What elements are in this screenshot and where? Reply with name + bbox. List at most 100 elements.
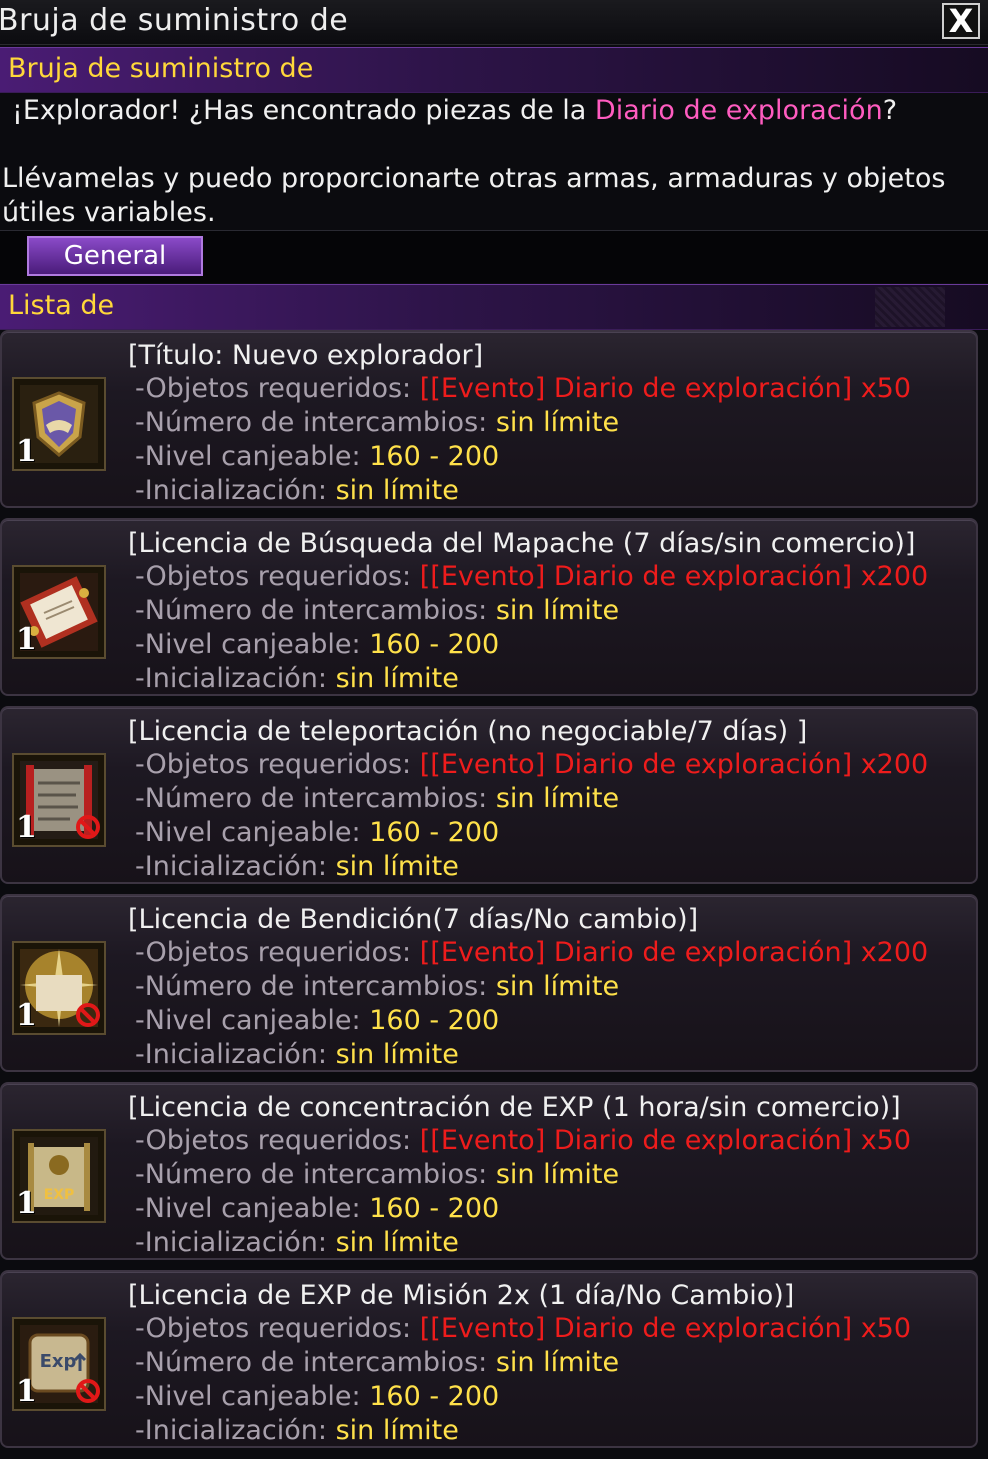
item-quantity: 1 <box>16 810 37 845</box>
level-range-label: -Nivel canjeable: <box>135 1005 361 1036</box>
no-trade-icon <box>76 815 100 839</box>
exchange-count-row: -Número de intercambios: sin límite <box>135 783 619 814</box>
required-items-label: -Objetos requeridos: <box>135 749 412 780</box>
level-range-label: -Nivel canjeable: <box>135 817 361 848</box>
exchange-count-label: -Número de intercambios: <box>135 1347 488 1378</box>
item-quantity: 1 <box>16 998 37 1033</box>
level-range-value: 160 - 200 <box>369 441 500 472</box>
exchange-item[interactable]: 1 [Licencia de Bendición(7 días/No cambio… <box>0 894 978 1072</box>
scroll-icon[interactable]: 1 <box>12 565 106 659</box>
reset-info-label: -Inicialización: <box>135 1039 328 1070</box>
window-title: Bruja de suministro de <box>0 3 349 38</box>
level-range-row: -Nivel canjeable: 160 - 200 <box>135 629 499 660</box>
item-name: [Licencia de teleportación (no negociabl… <box>128 716 808 747</box>
level-range-value: 160 - 200 <box>369 629 500 660</box>
required-items-row: -Objetos requeridos: [[Evento] Diario de… <box>135 1125 911 1156</box>
level-range-row: -Nivel canjeable: 160 - 200 <box>135 817 499 848</box>
item-quantity: 1 <box>16 1374 37 1409</box>
exchange-item[interactable]: EXP 1 [Licencia de concentración de EXP (1… <box>0 1082 978 1260</box>
level-range-row: -Nivel canjeable: 160 - 200 <box>135 1381 499 1412</box>
level-range-value: 160 - 200 <box>369 1381 500 1412</box>
exchange-count-label: -Número de intercambios: <box>135 783 488 814</box>
level-range-label: -Nivel canjeable: <box>135 629 361 660</box>
reset-info-value: sin límite <box>335 663 459 694</box>
no-trade-icon <box>76 1003 100 1027</box>
close-icon: X <box>948 2 974 40</box>
dialog-line-2: Llévamelas y puedo proporcionarte otras … <box>2 163 946 228</box>
exp-concentration-icon[interactable]: EXP 1 <box>12 1129 106 1223</box>
list-header: Lista de <box>0 284 988 330</box>
reset-info-value: sin límite <box>335 1415 459 1446</box>
map-scroll-icon[interactable]: 1 <box>12 753 106 847</box>
required-items-label: -Objetos requeridos: <box>135 373 412 404</box>
required-items-value: [[Evento] Diario de exploración] x50 <box>419 1125 912 1156</box>
exchange-count-row: -Número de intercambios: sin límite <box>135 1347 619 1378</box>
required-items-value: [[Evento] Diario de exploración] x200 <box>419 937 929 968</box>
reset-info-value: sin límite <box>335 851 459 882</box>
reset-info-label: -Inicialización: <box>135 851 328 882</box>
exchange-count-value: sin límite <box>495 1347 620 1378</box>
reset-info-label: -Inicialización: <box>135 663 328 694</box>
svg-text:EXP: EXP <box>44 1187 75 1203</box>
exchange-count-value: sin límite <box>495 595 620 626</box>
dialog-text-prefix: ¡Explorador! ¿Has encontrado piezas de l… <box>12 95 595 126</box>
no-trade-icon <box>76 1379 100 1403</box>
reset-info-row: -Inicialización: sin límite <box>135 1227 459 1258</box>
reset-info-row: -Inicialización: sin límite <box>135 851 459 882</box>
exchange-count-label: -Número de intercambios: <box>135 407 488 438</box>
required-items-row: -Objetos requeridos: [[Evento] Diario de… <box>135 373 911 404</box>
exchange-item[interactable]: Exp 1 [Licencia de EXP de Misión 2x (1 día… <box>0 1270 978 1448</box>
dialog-line-1: ¡Explorador! ¿Has encontrado piezas de l… <box>12 95 897 126</box>
level-range-label: -Nivel canjeable: <box>135 441 361 472</box>
npc-header: Bruja de suministro de <box>0 47 988 93</box>
exchange-count-label: -Número de intercambios: <box>135 1159 488 1190</box>
level-range-label: -Nivel canjeable: <box>135 1193 361 1224</box>
header-texture <box>875 287 945 327</box>
required-items-label: -Objetos requeridos: <box>135 561 412 592</box>
level-range-label: -Nivel canjeable: <box>135 1381 361 1412</box>
required-items-value: [[Evento] Diario de exploración] x50 <box>419 373 912 404</box>
exchange-count-label: -Número de intercambios: <box>135 971 488 1002</box>
dialog-highlight: Diario de exploración <box>594 95 883 126</box>
item-name: [Licencia de concentración de EXP (1 hor… <box>128 1092 901 1123</box>
exchange-count-label: -Número de intercambios: <box>135 595 488 626</box>
exchange-count-value: sin límite <box>495 783 620 814</box>
exp-mission-scroll-icon[interactable]: Exp 1 <box>12 1317 106 1411</box>
exchange-count-value: sin límite <box>495 407 620 438</box>
exchange-item[interactable]: 1 [Licencia de teleportación (no negociab… <box>0 706 978 884</box>
tab-general[interactable]: General <box>27 236 203 276</box>
exchange-item[interactable]: 1 [Licencia de Búsqueda del Mapache (7 dí… <box>0 518 978 696</box>
reset-info-value: sin límite <box>335 1039 459 1070</box>
required-items-label: -Objetos requeridos: <box>135 937 412 968</box>
npc-dialog: ¡Explorador! ¿Has encontrado piezas de l… <box>0 92 988 228</box>
tab-bar: General <box>0 230 988 283</box>
reset-info-row: -Inicialización: sin límite <box>135 475 459 506</box>
required-items-row: -Objetos requeridos: [[Evento] Diario de… <box>135 937 928 968</box>
required-items-row: -Objetos requeridos: [[Evento] Diario de… <box>135 1313 911 1344</box>
list-header-label: Lista de <box>8 290 115 321</box>
reset-info-value: sin límite <box>335 475 459 506</box>
exchange-item[interactable]: 1 [Título: Nuevo explorador] -Objetos requ… <box>0 330 978 508</box>
npc-name: Bruja de suministro de <box>8 53 314 84</box>
blessing-scroll-icon[interactable]: 1 <box>12 941 106 1035</box>
title-badge-icon[interactable]: 1 <box>12 377 106 471</box>
item-name: [Licencia de EXP de Misión 2x (1 día/No … <box>128 1280 795 1311</box>
level-range-value: 160 - 200 <box>369 1005 500 1036</box>
item-quantity: 1 <box>16 1186 37 1221</box>
close-button[interactable]: X <box>942 2 980 40</box>
exchange-count-row: -Número de intercambios: sin límite <box>135 407 619 438</box>
level-range-row: -Nivel canjeable: 160 - 200 <box>135 1005 499 1036</box>
level-range-value: 160 - 200 <box>369 817 500 848</box>
exchange-count-row: -Número de intercambios: sin límite <box>135 595 619 626</box>
required-items-row: -Objetos requeridos: [[Evento] Diario de… <box>135 749 928 780</box>
required-items-value: [[Evento] Diario de exploración] x200 <box>419 749 929 780</box>
reset-info-row: -Inicialización: sin límite <box>135 1039 459 1070</box>
required-items-value: [[Evento] Diario de exploración] x200 <box>419 561 929 592</box>
level-range-value: 160 - 200 <box>369 1193 500 1224</box>
title-bar[interactable]: Bruja de suministro de X <box>0 0 988 45</box>
exchange-count-row: -Número de intercambios: sin límite <box>135 971 619 1002</box>
exchange-count-value: sin límite <box>495 1159 620 1190</box>
required-items-row: -Objetos requeridos: [[Evento] Diario de… <box>135 561 928 592</box>
required-items-value: [[Evento] Diario de exploración] x50 <box>419 1313 912 1344</box>
reset-info-label: -Inicialización: <box>135 1415 328 1446</box>
